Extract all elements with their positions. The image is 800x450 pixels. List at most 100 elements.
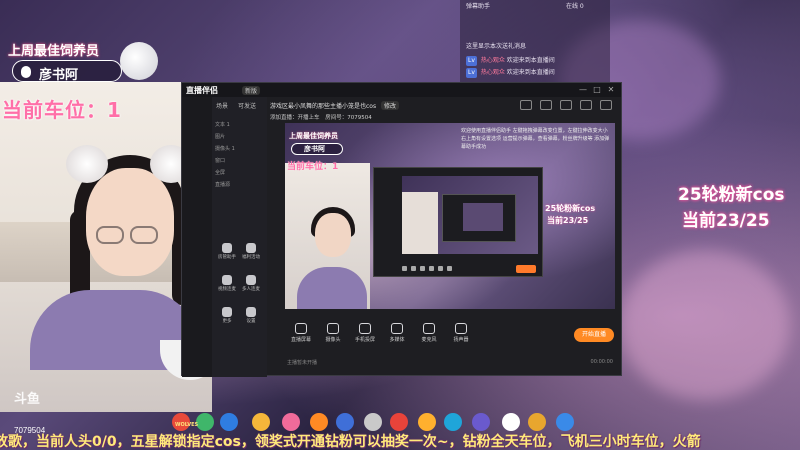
gift-icon[interactable] [252,413,270,431]
camera-icon [327,323,339,334]
microphone-button[interactable]: 麦克风 [413,323,445,343]
gift-icon[interactable] [282,413,300,431]
chat-username: 热心观众 [480,69,505,76]
nested-tool-icon [402,266,407,271]
chat-header: 弹幕助手 在线 0 [466,2,584,12]
tool-label: 多人连麦 [242,287,260,292]
app-logo: 直播伴侣 [186,86,218,95]
cat-mascot-icon [120,42,158,80]
gift-icon[interactable] [556,413,574,431]
chat-header-left: 弹幕助手 [466,3,491,10]
nested-tool-icon [447,266,452,271]
chat-message-text: 欢迎来到本直播间 [506,69,555,76]
record-icon[interactable] [520,100,532,110]
chat-message: Lv 热心观众 欢迎来到本直播间 [466,68,555,78]
close-button[interactable]: ✕ [606,85,616,95]
screen-share-icon [295,323,307,334]
danmu-chat-panel: 弹幕助手 在线 0 这里显示本次送礼消息 Lv 热心观众 欢迎来到本直播间 Lv… [460,0,610,82]
source-item[interactable]: 文本 1 [215,121,230,128]
chat-username: 热心观众 [480,57,505,64]
multi-link-button[interactable]: 多人连麦 [240,275,262,297]
screenshot-icon[interactable] [540,100,552,110]
host-assistant-button[interactable]: 房管助手 [216,243,238,265]
maximize-button[interactable]: □ [592,85,602,95]
gift-icon[interactable] [196,413,214,431]
phone-screen-icon [359,323,371,334]
stream-category[interactable]: 添加直播：开播上车 [270,115,320,121]
camera-button[interactable]: 摄像头 [317,323,349,343]
source-item[interactable]: 摄像头 1 [215,145,235,152]
speaker-icon [455,323,467,334]
tool-label: 扬声器 [453,337,469,343]
media-button[interactable]: 多媒体 [381,323,413,343]
gift-icon[interactable] [444,413,462,431]
source-item[interactable]: 图片 [215,133,225,140]
settings-button[interactable]: 设置 [240,307,262,329]
screen-share-button[interactable]: 直播屏幕 [285,323,317,343]
level-badge: Lv [466,68,477,78]
nested-webcam [402,192,438,254]
fan-club-icon [246,243,256,253]
announcement-text: 放歌，当前人头0/0，五星解锁指定cos，领奖式开通钻粉可以抽奖一次~，钻粉全天… [0,434,701,450]
gift-bar [172,413,632,433]
video-link-button[interactable]: 视频连麦 [216,275,238,297]
gift-icon[interactable] [502,413,520,431]
share-icon[interactable] [600,100,612,110]
gift-icon[interactable] [528,413,546,431]
source-item[interactable]: 窗口 [215,157,225,164]
preview-chat-text: 欢迎使用直播伴侣助手 左键拖拽弹幕改变位置，左键拉伸改变大小 右上角有设置选项 … [461,128,610,150]
preview-nested-window [373,167,543,277]
gift-label: WOLVES [175,422,199,428]
more-icon [222,307,232,317]
gift-icon[interactable] [364,413,382,431]
scene-sidebar: 场景 可发送 文本 1 图片 摄像头 1 窗口 全屏 直播源 房管助手 福利活动… [212,97,267,377]
gift-icon[interactable] [336,413,354,431]
background-flare [620,250,790,400]
chat-message-text: 欢迎来到本直播间 [506,57,555,64]
speaker-button[interactable]: 扬声器 [445,323,477,343]
gift-icon[interactable] [310,413,328,431]
nested-window-inner [463,203,503,231]
gift-icon[interactable] [220,413,238,431]
tab-scenes[interactable]: 场景 [216,101,228,110]
source-item[interactable]: 直播源 [215,181,230,188]
streamer-name-pill: 彦书阿 [12,60,122,83]
more-options-icon[interactable] [580,100,592,110]
gift-icon[interactable] [472,413,490,431]
fan-club-button[interactable]: 福利活动 [240,243,262,265]
preview-streamer-name: 彦书阿 [291,143,343,155]
source-item[interactable]: 全屏 [215,169,225,176]
stream-status: 主播暂未开播 [287,360,318,366]
stream-preview[interactable]: 上周最佳饲养员 彦书阿 当前车位：1 欢迎使用直播伴侣助手 左键拖拽弹幕改变位置… [285,123,615,309]
tool-label: 更多 [222,319,232,324]
gift-icon[interactable] [390,413,408,431]
car-position: 当前车位：1 [2,98,122,122]
tool-label: 麦克风 [421,337,437,343]
more-button[interactable]: 更多 [216,307,238,329]
nested-toolbar [402,256,538,271]
nested-window [442,194,516,242]
tool-label: 视频连麦 [218,287,236,292]
streamer-name: 彦书阿 [39,68,79,83]
phone-screen-button[interactable]: 手机投屏 [349,323,381,343]
preview-cos-title: 25轮粉新cos [545,204,596,213]
cos-progress-title: 25轮粉新cos [678,185,785,205]
cos-progress-count: 当前23/25 [682,211,770,231]
start-live-button[interactable]: 开始直播 [574,328,614,342]
source-toolbar: 直播屏幕 摄像头 手机投屏 多媒体 麦克风 扬声器 [285,323,615,349]
grid-icon[interactable] [560,100,572,110]
tab-sendable[interactable]: 可发送 [238,101,256,110]
gift-icon[interactable] [418,413,436,431]
chat-message-text: 这里显示本次送礼消息 [466,43,527,50]
edit-title-button[interactable]: 修改 [381,101,400,110]
version-badge[interactable]: 新版 [242,86,261,95]
minimize-button[interactable]: — [578,85,588,95]
preview-sweater [297,267,367,309]
preview-fans-banner: 上周最佳饲养员 [289,132,338,140]
stream-meta: 添加直播：开播上车 房间号：7079504 [270,113,376,121]
stream-title-text: 游戏区最小凤舞的那些主播小笼是也cos [270,103,377,110]
microphone-icon [423,323,435,334]
chat-header-right: 在线 0 [566,3,584,10]
app-title-bar: 直播伴侣 新版 — □ ✕ [182,83,621,97]
media-icon [391,323,403,334]
